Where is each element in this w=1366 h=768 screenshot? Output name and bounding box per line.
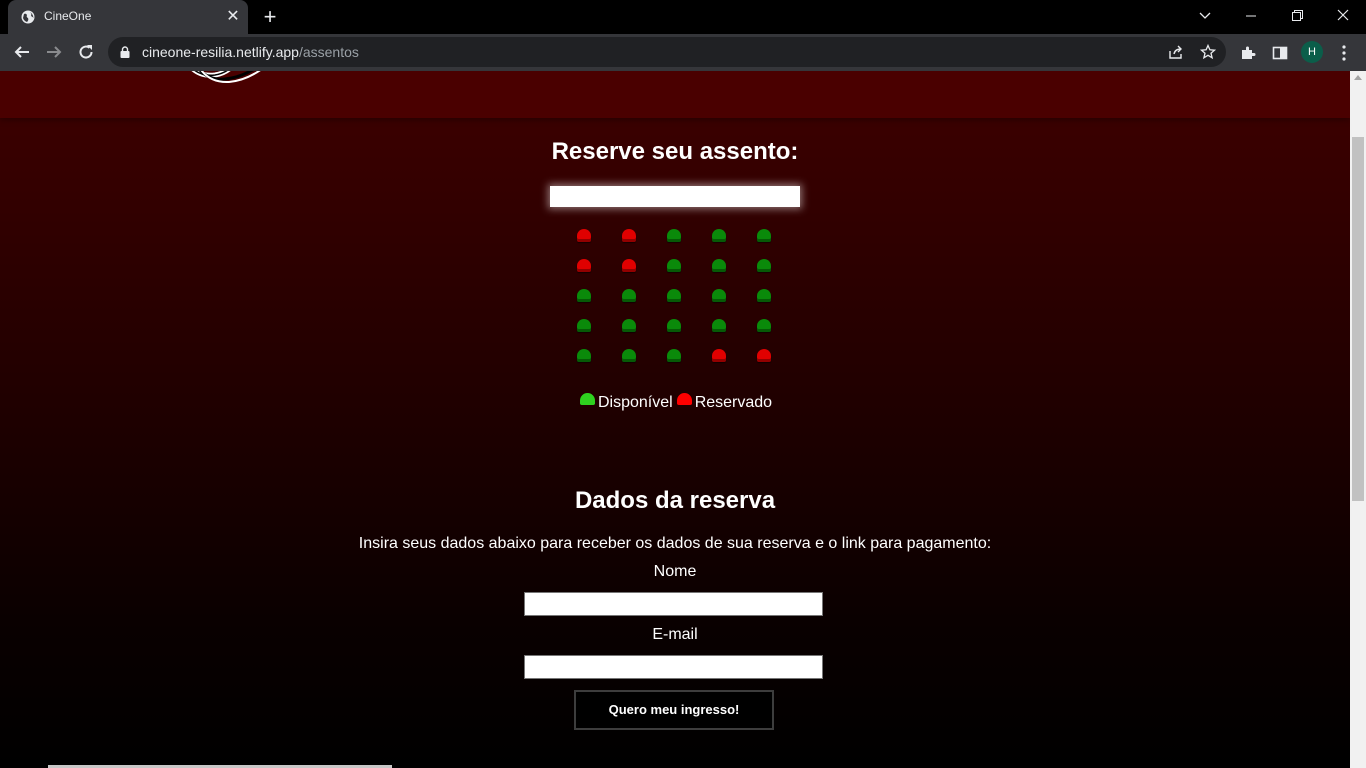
booking-instructions: Insira seus dados abaixo para receber os…	[358, 535, 992, 552]
arrow-left-icon	[14, 46, 29, 58]
seat-available[interactable]	[712, 229, 726, 242]
seat-reserved[interactable]	[712, 349, 726, 362]
seat-available[interactable]	[757, 289, 771, 302]
reload-button[interactable]	[72, 38, 100, 66]
kebab-menu-icon[interactable]	[1333, 42, 1355, 64]
legend-reserved-label: Reservado	[694, 394, 773, 411]
available-seat-icon	[580, 393, 595, 405]
seat-available[interactable]	[757, 319, 771, 332]
browser-tab-bar: CineOne ✕ +	[0, 0, 1366, 34]
browser-tab[interactable]: CineOne ✕	[8, 0, 248, 34]
name-label: Nome	[653, 563, 697, 580]
reload-icon	[79, 45, 93, 59]
seat-available[interactable]	[712, 259, 726, 272]
reserved-seat-icon	[676, 393, 692, 405]
seat-available[interactable]	[757, 259, 771, 272]
seat-available[interactable]	[577, 289, 591, 302]
name-input[interactable]	[524, 592, 823, 616]
seat-available[interactable]	[712, 289, 726, 302]
seat-reserved[interactable]	[577, 229, 591, 242]
share-icon[interactable]	[1166, 42, 1186, 62]
profile-avatar[interactable]: H	[1301, 41, 1323, 63]
url-text: cineone-resilia.netlify.app/assentos	[142, 44, 359, 60]
seat-available[interactable]	[757, 229, 771, 242]
globe-icon	[21, 10, 35, 24]
lock-icon	[120, 46, 130, 58]
address-bar[interactable]: cineone-resilia.netlify.app/assentos	[108, 37, 1226, 67]
seat-available[interactable]	[577, 319, 591, 332]
seat-available[interactable]	[712, 319, 726, 332]
seat-reserved[interactable]	[757, 349, 771, 362]
submit-button[interactable]: Quero meu ingresso!	[574, 690, 774, 730]
seat-available[interactable]	[667, 289, 681, 302]
close-window-icon[interactable]	[1320, 0, 1366, 32]
vertical-scrollbar[interactable]	[1350, 71, 1366, 768]
seat-section-title: Reserve seu assento:	[551, 138, 799, 165]
scroll-up-arrow-icon[interactable]	[1354, 75, 1362, 80]
legend-available-label: Disponível	[598, 394, 673, 411]
cinema-screen	[550, 186, 800, 207]
seat-available[interactable]	[577, 349, 591, 362]
back-button[interactable]	[8, 38, 36, 66]
cineone-logo[interactable]	[185, 71, 275, 87]
site-header	[0, 71, 1350, 118]
star-icon[interactable]	[1198, 42, 1218, 62]
seat-grid	[577, 229, 777, 369]
seat-available[interactable]	[667, 349, 681, 362]
tab-title: CineOne	[44, 9, 92, 23]
seat-reserved[interactable]	[622, 229, 636, 242]
plus-icon[interactable]: +	[258, 6, 282, 28]
booking-section-title: Dados da reserva	[574, 487, 776, 514]
seat-available[interactable]	[667, 319, 681, 332]
seat-available[interactable]	[622, 289, 636, 302]
email-label: E-mail	[652, 626, 698, 643]
minimize-icon[interactable]	[1228, 0, 1274, 32]
url-host: cineone-resilia.netlify.app	[142, 44, 299, 60]
seat-available[interactable]	[667, 229, 681, 242]
browser-toolbar: cineone-resilia.netlify.app/assentos H	[0, 34, 1366, 71]
url-path: /assentos	[298, 44, 359, 60]
puzzle-icon[interactable]	[1237, 42, 1259, 64]
scrollbar-thumb[interactable]	[1352, 137, 1364, 501]
seat-available[interactable]	[622, 349, 636, 362]
side-panel-icon[interactable]	[1269, 42, 1291, 64]
page-viewport: Reserve seu assento: Disponível Reservad…	[0, 71, 1350, 768]
arrow-right-icon	[47, 46, 62, 58]
forward-button[interactable]	[40, 38, 68, 66]
email-input[interactable]	[524, 655, 823, 679]
seat-available[interactable]	[667, 259, 681, 272]
close-icon[interactable]: ✕	[224, 8, 242, 26]
seat-available[interactable]	[622, 319, 636, 332]
seat-reserved[interactable]	[577, 259, 591, 272]
restore-icon[interactable]	[1274, 0, 1320, 32]
chevron-down-icon[interactable]	[1182, 0, 1228, 32]
seat-legend: Disponível Reservado	[580, 393, 776, 413]
seat-reserved[interactable]	[622, 259, 636, 272]
